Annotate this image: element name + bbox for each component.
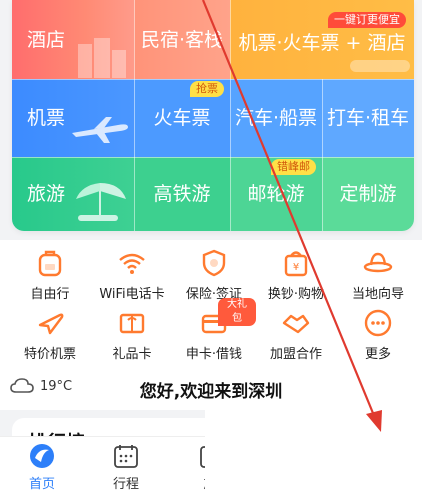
annotation-arrow [201,0,382,432]
home-page: 酒店 民宿·客栈 一键订更便宜 机票·火车票 + 酒店 机票 抢票 火车票 汽车… [0,0,422,492]
